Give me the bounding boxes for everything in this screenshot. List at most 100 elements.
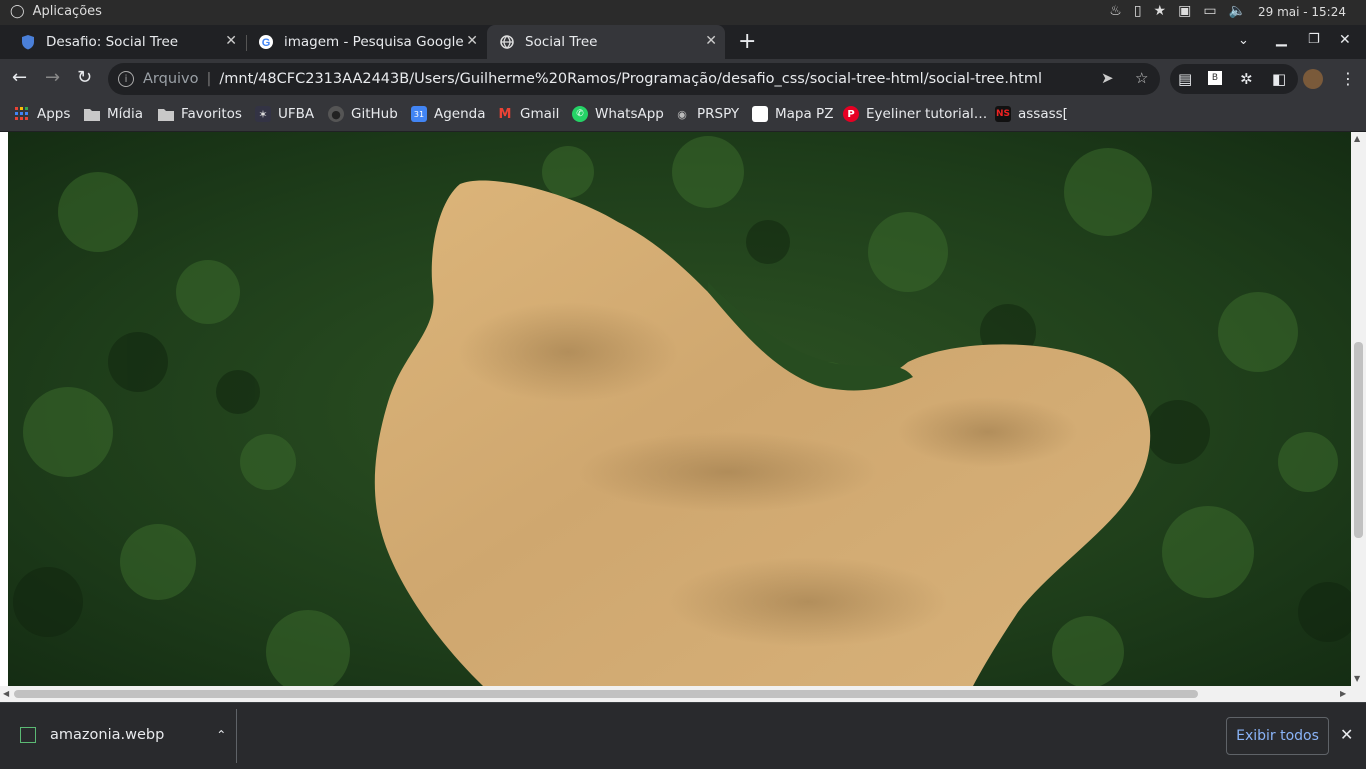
bookmark-label: Agenda xyxy=(434,106,486,122)
svg-text:G: G xyxy=(262,37,271,49)
bookmark-label: Mídia xyxy=(107,106,143,122)
tab-title: Desafio: Social Tree xyxy=(46,34,179,50)
bookmark-label: Eyeliner tutorial… xyxy=(866,106,988,122)
tab-desafio[interactable]: Desafio: Social Tree ✕ xyxy=(0,25,245,59)
bookmark-agenda[interactable]: 31 Agenda xyxy=(411,106,486,122)
star-icon[interactable]: ★ xyxy=(1154,3,1167,19)
avatar[interactable] xyxy=(1303,69,1323,89)
tab-google[interactable]: G imagem - Pesquisa Google ✕ xyxy=(248,25,486,59)
document-icon[interactable]: ▤ xyxy=(1178,70,1192,88)
folder-icon xyxy=(158,106,174,122)
info-icon[interactable]: i xyxy=(118,71,134,87)
back-button[interactable]: ← xyxy=(12,67,27,88)
close-tab-icon[interactable]: ✕ xyxy=(225,33,237,49)
bookmark-midia[interactable]: Mídia xyxy=(84,106,143,122)
new-tab-button[interactable]: + xyxy=(738,29,756,54)
amazon-heart-lake-image xyxy=(8,132,1351,686)
send-icon[interactable]: ➤ xyxy=(1101,69,1114,87)
phone-icon[interactable]: ▯ xyxy=(1134,3,1142,19)
bookmark-label: Apps xyxy=(37,106,71,122)
vertical-scroll-thumb[interactable] xyxy=(1354,342,1363,538)
gmail-icon: M xyxy=(498,106,512,122)
whatsapp-icon: ✆ xyxy=(572,106,588,122)
bookmark-label: Gmail xyxy=(520,106,560,122)
download-divider xyxy=(236,709,237,763)
forward-button[interactable]: → xyxy=(45,67,60,88)
address-bar[interactable]: i Arquivo | /mnt/48CFC2313AA2443B/Users/… xyxy=(108,63,1160,95)
bookmark-label: Favoritos xyxy=(181,106,242,122)
horizontal-scrollbar[interactable]: ◀ ▶ xyxy=(0,686,1366,702)
os-app-name: Aplicações xyxy=(32,4,102,19)
chevron-up-icon[interactable]: ⌃ xyxy=(216,728,226,742)
folder-icon xyxy=(84,106,100,122)
sidebar-icon[interactable]: ◧ xyxy=(1272,70,1286,88)
google-icon: G xyxy=(258,34,274,50)
system-tray: ♨ ▯ ★ ▣ ▭ 🔈 xyxy=(1109,3,1246,19)
bookmark-favoritos[interactable]: Favoritos xyxy=(158,106,242,122)
calendar-icon: 31 xyxy=(411,106,427,122)
tab-strip: Desafio: Social Tree ✕ G imagem - Pesqui… xyxy=(0,25,1366,59)
bookmark-eyeliner[interactable]: P Eyeliner tutorial… xyxy=(843,106,987,122)
notes-icon[interactable]: ▣ xyxy=(1178,3,1191,19)
menu-kebab-icon[interactable]: ⋮ xyxy=(1340,69,1356,88)
bookmark-assass[interactable]: NS assass[ xyxy=(995,106,1068,122)
tab-social-tree[interactable]: Social Tree ✕ xyxy=(487,25,725,59)
download-item[interactable]: amazonia.webp ⌃ xyxy=(20,727,226,743)
scroll-down-icon[interactable]: ▼ xyxy=(1354,674,1360,683)
ufba-icon: ✶ xyxy=(255,106,271,122)
bookmarks-bar: Apps Mídia Favoritos ✶ UFBA ● GitHub 31 … xyxy=(0,99,1366,132)
globe-icon xyxy=(499,34,515,50)
flame-icon[interactable]: ♨ xyxy=(1109,3,1122,19)
bookmark-mapa-pz[interactable]: Mapa PZ xyxy=(752,106,833,122)
bookmark-whatsapp[interactable]: ✆ WhatsApp xyxy=(572,106,664,122)
os-app-menu[interactable]: ◯ Aplicações xyxy=(10,4,102,19)
close-window-button[interactable]: ✕ xyxy=(1339,32,1351,48)
download-bar: amazonia.webp ⌃ Exibir todos ✕ xyxy=(0,702,1366,769)
browser-toolbar: ← → ↻ i Arquivo | /mnt/48CFC2313AA2443B/… xyxy=(0,59,1366,99)
bookmark-label: GitHub xyxy=(351,106,398,122)
bookmark-prspy[interactable]: ◉ PRSPY xyxy=(674,106,739,122)
scroll-up-icon[interactable]: ▲ xyxy=(1354,134,1360,143)
bookmark-label: UFBA xyxy=(278,106,315,122)
reload-button[interactable]: ↻ xyxy=(77,67,92,88)
ns-icon: NS xyxy=(995,106,1011,122)
security-label[interactable]: Arquivo xyxy=(143,71,199,87)
tab-search-icon[interactable]: ⌄ xyxy=(1238,33,1249,48)
bookmark-label: PRSPY xyxy=(697,106,740,122)
tab-title: imagem - Pesquisa Google xyxy=(284,34,464,50)
image-file-icon xyxy=(20,727,36,743)
scroll-right-icon[interactable]: ▶ xyxy=(1340,689,1346,698)
download-filename[interactable]: amazonia.webp xyxy=(50,727,164,743)
close-tab-icon[interactable]: ✕ xyxy=(705,33,717,49)
bookmark-github[interactable]: ● GitHub xyxy=(328,106,398,122)
page-viewport: ▲ ▼ ◀ ▶ xyxy=(0,132,1366,702)
screen-icon[interactable]: ▭ xyxy=(1203,3,1216,19)
prspy-icon: ◉ xyxy=(677,107,687,121)
bookmark-label: WhatsApp xyxy=(595,106,664,122)
show-all-downloads-button[interactable]: Exibir todos xyxy=(1226,717,1329,755)
address-divider: | xyxy=(206,71,212,87)
bookmark-star-icon[interactable]: ☆ xyxy=(1135,69,1148,87)
bookmark-gmail[interactable]: M Gmail xyxy=(497,106,560,122)
bookmark-ufba[interactable]: ✶ UFBA xyxy=(255,106,314,122)
url-text[interactable]: /mnt/48CFC2313AA2443B/Users/Guilherme%20… xyxy=(219,71,1042,87)
github-icon: ● xyxy=(328,106,344,122)
horizontal-scroll-thumb[interactable] xyxy=(14,690,1198,698)
minimize-button[interactable]: ▁ xyxy=(1276,31,1287,47)
close-download-bar-icon[interactable]: ✕ xyxy=(1340,725,1353,744)
b-extension-icon[interactable]: B xyxy=(1208,71,1222,85)
scroll-left-icon[interactable]: ◀ xyxy=(3,689,9,698)
volume-icon[interactable]: 🔈 xyxy=(1229,3,1246,19)
os-logo-icon: ◯ xyxy=(10,4,25,19)
vertical-scrollbar[interactable]: ▲ ▼ xyxy=(1351,132,1366,686)
extensions-tray: ▤ B ✲ ◧ xyxy=(1170,64,1298,94)
clock[interactable]: 29 mai - 15:24 xyxy=(1258,5,1346,19)
bookmark-apps[interactable]: Apps xyxy=(14,106,70,122)
close-tab-icon[interactable]: ✕ xyxy=(466,33,478,49)
pinterest-icon: P xyxy=(843,106,859,122)
tab-title: Social Tree xyxy=(525,34,598,50)
puzzle-icon[interactable]: ✲ xyxy=(1240,70,1253,88)
tab-divider xyxy=(246,35,247,51)
restore-button[interactable]: ❐ xyxy=(1308,32,1320,47)
os-top-bar: ◯ Aplicações ♨ ▯ ★ ▣ ▭ 🔈 29 mai - 15:24 xyxy=(0,0,1366,25)
